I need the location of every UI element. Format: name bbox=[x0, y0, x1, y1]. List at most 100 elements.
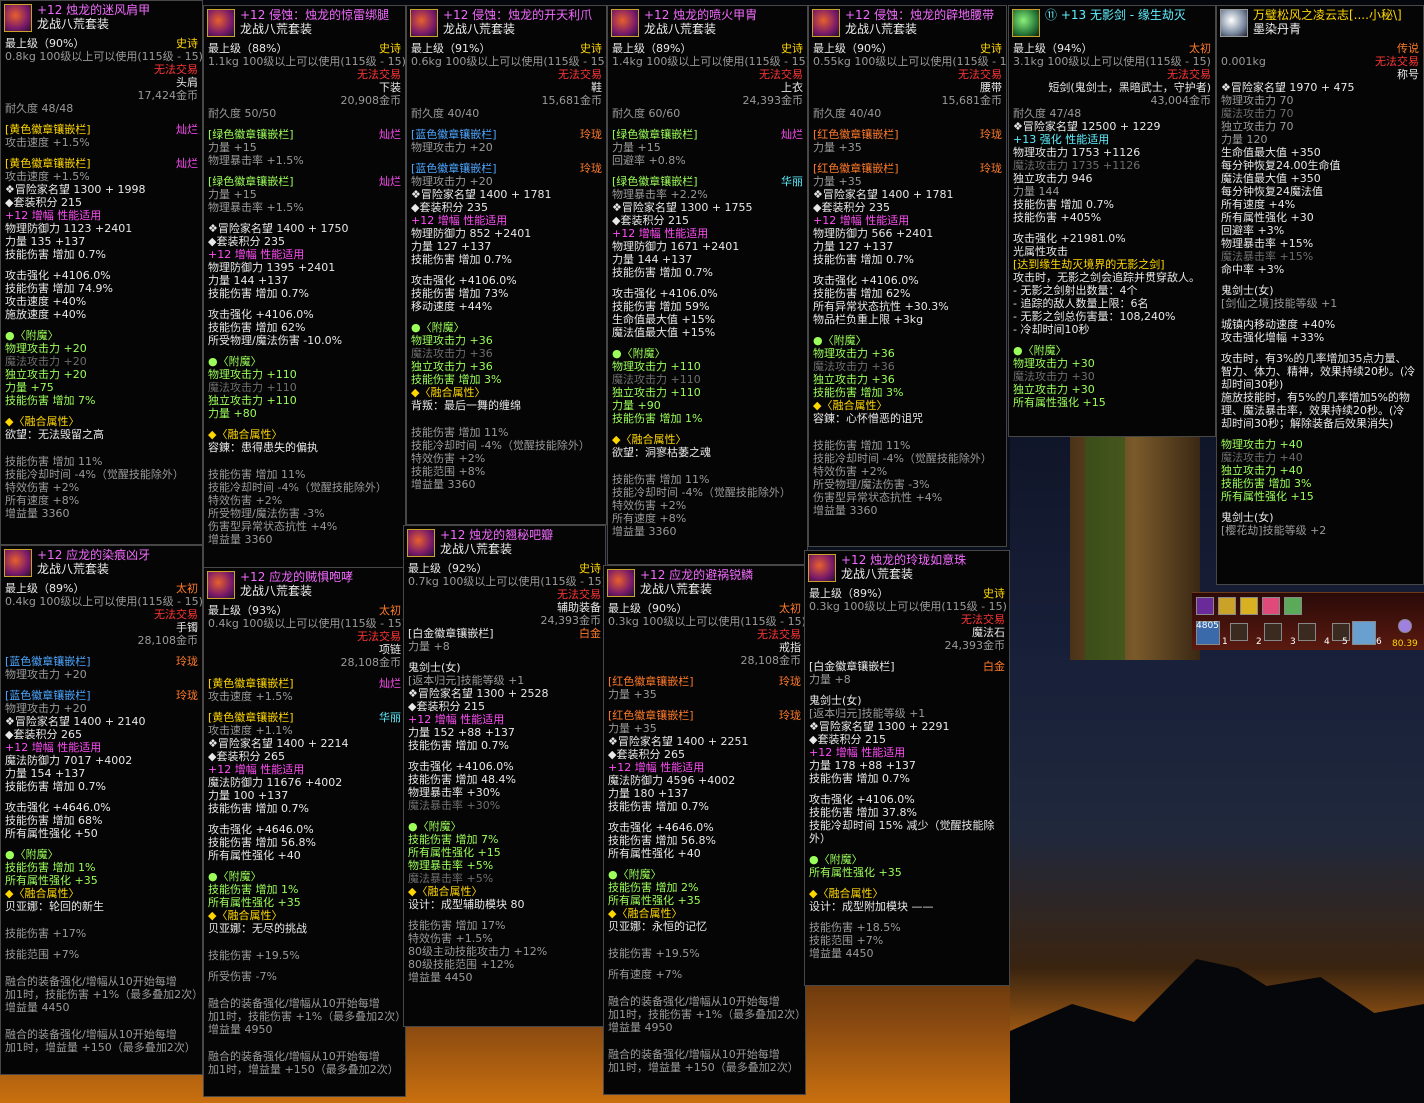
stat-row: 无法交易 bbox=[408, 588, 601, 601]
stat-label: 最上级（94%） bbox=[1013, 42, 1093, 55]
stat-value: 28,108金币 bbox=[340, 656, 402, 669]
heart-icon[interactable] bbox=[1262, 597, 1280, 615]
stat-line: 背叛：最后一舞的缠绵 bbox=[411, 399, 521, 412]
stat-line: 技能伤害 增加 2% bbox=[608, 881, 699, 894]
stat-line: 魔法攻击力 1735 +1126 bbox=[1013, 159, 1141, 172]
item-set-name: 龙战八荒套装 bbox=[240, 22, 313, 36]
item-name: +12 应龙的染痕凶牙 bbox=[37, 548, 151, 562]
stat-line: 技能伤害 增加 3% bbox=[411, 373, 502, 386]
stat-line: 融合的装备强化/增幅从10开始每增 bbox=[208, 997, 380, 1010]
stat-line: 贝亚娜：永恒的记忆 bbox=[608, 920, 707, 933]
stat-line: 独立攻击力 946 bbox=[1013, 172, 1093, 185]
stat-line: ❖冒险家名望 1400 + 1750 bbox=[208, 222, 349, 235]
stat-label: [蓝色徽章镶嵌栏] bbox=[5, 655, 91, 668]
stat-line: ●〈附魔〉 bbox=[208, 870, 262, 883]
stat-value: 玲珑 bbox=[779, 675, 801, 688]
stat-line: 力量 +15 bbox=[612, 141, 661, 154]
item-icon bbox=[4, 549, 32, 577]
stat-line: 攻击强化 +4106.0% bbox=[411, 274, 517, 287]
stat-value: 无法交易 bbox=[558, 68, 602, 81]
stat-label: 最上级（89%） bbox=[612, 42, 692, 55]
stat-line: ◆〈融合属性〉 bbox=[612, 433, 687, 446]
stat-line: 技能伤害 增加 0.7% bbox=[411, 253, 512, 266]
item-name: +12 烛龙的翘秘吧瓣 bbox=[440, 528, 554, 542]
stat-row: 无法交易 bbox=[608, 628, 801, 641]
stat-line: ◆套装积分 215 bbox=[809, 733, 886, 746]
stat-line: 物理攻击力 +40 bbox=[1221, 438, 1303, 451]
stat-line: 魔法攻击力 +110 bbox=[612, 373, 701, 386]
stat-line: 力量 +35 bbox=[608, 722, 657, 735]
item-tooltip-magicstone: +12 烛龙的玲珑如意珠 龙战八荒套装 最上级（89%） 史诗 0.3kg 100级以上… bbox=[804, 550, 1010, 986]
stat-line: 力量 154 +137 bbox=[5, 767, 86, 780]
stat-value: 华丽 bbox=[379, 711, 401, 724]
stat-row: 无法交易 bbox=[809, 613, 1005, 626]
skill-slot[interactable] bbox=[1352, 621, 1376, 645]
stat-line: 所有属性强化 +35 bbox=[809, 866, 902, 879]
stat-line: 物理攻击力 +110 bbox=[612, 360, 701, 373]
stat-value: 无法交易 bbox=[154, 608, 198, 621]
stat-line: 魔法防御力 7017 +4002 bbox=[5, 754, 133, 767]
stat-line: 力量 100 +137 bbox=[208, 789, 289, 802]
item-name: 万璧松风之凌云志[....小秘\] bbox=[1253, 8, 1402, 22]
stat-row: 1.1kg 100级以上可以使用(115级 - 15) bbox=[208, 55, 405, 68]
stat-line: 每分钟恢复24魔法值 bbox=[1221, 185, 1323, 198]
stat-line: 移动速度 +44% bbox=[411, 300, 493, 313]
stat-label: 最上级（91%） bbox=[411, 42, 491, 55]
stat-row: 15,681金币 bbox=[813, 94, 1003, 107]
stat-line: 加1时，增益量 +150（最多叠加2次） bbox=[208, 1063, 399, 1076]
stat-line: 力量 180 +137 bbox=[608, 787, 689, 800]
stat-line: 鬼剑士(女) bbox=[408, 661, 461, 674]
skill-slot[interactable] bbox=[1264, 623, 1282, 641]
stat-value: 24,393金币 bbox=[742, 94, 804, 107]
skill-quickbar[interactable]: 4805 1 2 3 4 5 6 80.39 bbox=[1192, 592, 1424, 650]
stat-line: ◆套装积分 265 bbox=[608, 748, 685, 761]
stat-line: 技能伤害 增加 11% bbox=[813, 439, 911, 452]
stat-line: 伤害型异常状态抗性 +4% bbox=[813, 491, 943, 504]
item-name: +12 应龙的避祸锐鳞 bbox=[640, 568, 754, 582]
stat-line: 魔法攻击力 +36 bbox=[411, 347, 493, 360]
stat-line: 所受物理/魔法伤害 -3% bbox=[813, 478, 930, 491]
buff-icon[interactable] bbox=[1240, 597, 1258, 615]
item-icon bbox=[207, 571, 235, 599]
buff-icon[interactable] bbox=[1196, 597, 1214, 615]
buff-icon[interactable] bbox=[1284, 597, 1302, 615]
stat-line: ❖冒险家名望 1970 + 475 bbox=[1221, 81, 1355, 94]
stat-value: 短剑(鬼剑士，黑暗武士，守护者) bbox=[1048, 81, 1211, 94]
buff-icon[interactable] bbox=[1218, 597, 1236, 615]
stat-line: 独立攻击力 +36 bbox=[411, 360, 493, 373]
stat-label: [绿色徽章镶嵌栏] bbox=[612, 175, 698, 188]
stat-label: [蓝色徽章镶嵌栏] bbox=[5, 689, 91, 702]
skill-slot[interactable] bbox=[1298, 623, 1316, 641]
skill-slot[interactable] bbox=[1230, 623, 1248, 641]
stat-line: 物理攻击力 +110 bbox=[208, 368, 297, 381]
stat-row: 3.1kg 100级以上可以使用(115级 - 15) bbox=[1013, 55, 1211, 68]
stat-line: 耐久度 60/60 bbox=[612, 107, 681, 120]
stat-row: [红色徽章镶嵌栏] 玲珑 bbox=[813, 162, 1002, 175]
item-icon bbox=[607, 569, 635, 597]
stat-line: 技能伤害 增加 1% bbox=[5, 861, 96, 874]
stat-label: [黄色徽章镶嵌栏] bbox=[208, 677, 294, 690]
stat-row: 24,393金币 bbox=[809, 639, 1006, 652]
stat-line: 增益量 4950 bbox=[608, 1021, 673, 1034]
stat-line: 力量 127 +137 bbox=[813, 240, 894, 253]
stat-line: 智力、体力、精神，效果持续20秒。(冷 bbox=[1221, 365, 1416, 378]
stat-line: - 冷却时间10秒 bbox=[1013, 323, 1090, 336]
stat-row: 无法交易 bbox=[208, 630, 401, 643]
item-name: +12 烛龙的迷风肩甲 bbox=[37, 3, 151, 17]
stat-line: 欲望：洞寥枯萎之魂 bbox=[612, 446, 711, 459]
stat-line: 技能伤害 增加 56.8% bbox=[608, 834, 716, 847]
item-tooltip-title: 万璧松风之凌云志[....小秘\] 墨染丹青 传说 0.001kg 无法交易 称号 ❖冒险家… bbox=[1216, 5, 1424, 585]
stat-line: 技能伤害 增加 7% bbox=[5, 394, 96, 407]
stat-line: 物理攻击力 1753 +1126 bbox=[1013, 146, 1141, 159]
